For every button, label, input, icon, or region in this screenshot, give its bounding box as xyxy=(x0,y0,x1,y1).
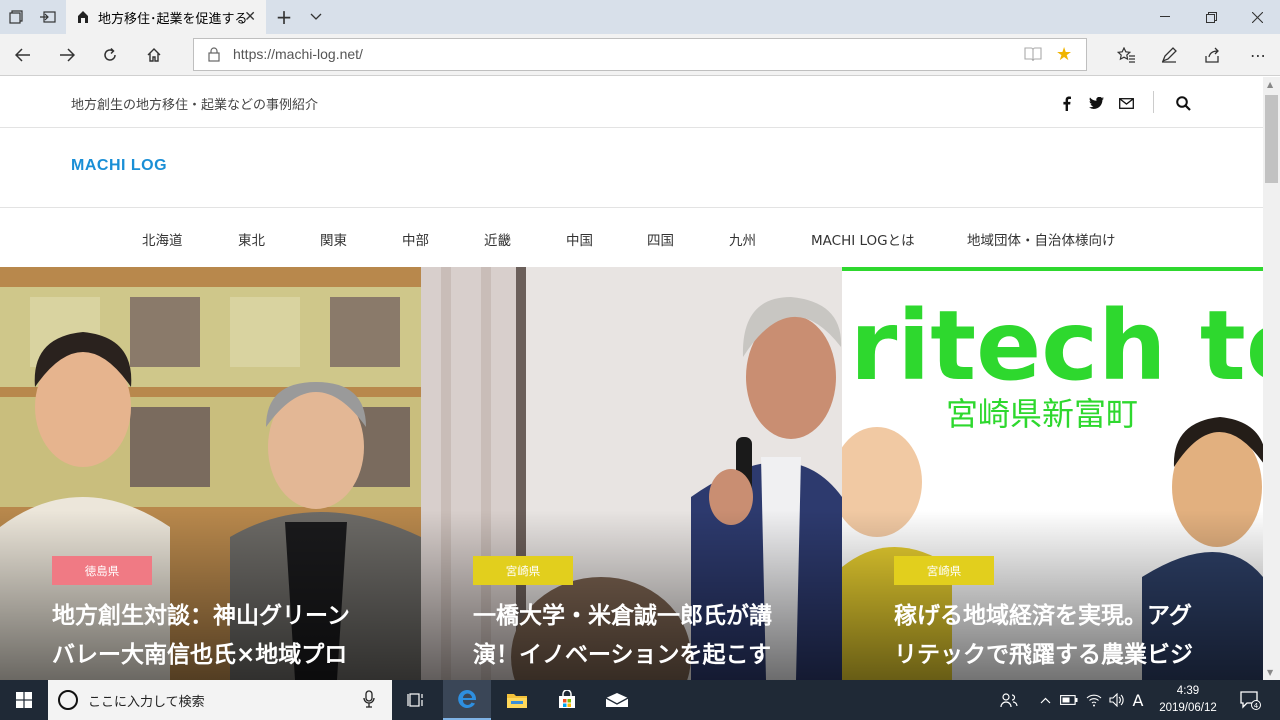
favorites-hub-icon[interactable] xyxy=(1108,38,1144,72)
category-badge[interactable]: 徳島県 xyxy=(52,556,152,585)
nav-item-chubu[interactable]: 中部 xyxy=(402,229,429,249)
browser-toolbar: https://machi-log.net/ ★ ⋯ xyxy=(0,34,1280,76)
set-tabs-aside-icon[interactable] xyxy=(32,0,64,34)
more-menu-icon[interactable]: ⋯ xyxy=(1240,38,1276,72)
wifi-icon[interactable] xyxy=(1083,680,1105,720)
article-title[interactable]: 一橋大学・米倉誠一郎氏が講 演！イノベーションを起こす xyxy=(473,597,813,675)
system-clock[interactable]: 4:39 2019/06/12 xyxy=(1150,683,1226,717)
show-hidden-icons-chevron-icon[interactable] xyxy=(1036,680,1054,720)
site-favicon-icon xyxy=(78,11,88,23)
nav-item-kanto[interactable]: 関東 xyxy=(320,229,347,249)
new-tab-icon[interactable]: + xyxy=(268,0,300,34)
taskbar-search-box[interactable]: ここに入力して検索 xyxy=(48,680,392,720)
tab-active[interactable]: 地方移住･起業を促進するメディア ✕ xyxy=(66,0,266,34)
edge-browser-icon[interactable] xyxy=(443,680,491,720)
cortana-icon xyxy=(58,690,78,710)
tab-close-icon[interactable]: ✕ xyxy=(244,9,256,25)
store-icon[interactable] xyxy=(543,680,591,720)
nav-item-tohoku[interactable]: 東北 xyxy=(238,229,265,249)
action-center-icon[interactable]: 4 xyxy=(1230,680,1270,720)
nav-item-kinki[interactable]: 近畿 xyxy=(484,229,511,249)
share-icon[interactable] xyxy=(1195,38,1231,72)
clock-time: 4:39 xyxy=(1176,685,1200,697)
people-icon[interactable] xyxy=(995,680,1023,720)
nav-item-chugoku[interactable]: 中国 xyxy=(566,229,593,249)
notification-count: 4 xyxy=(1254,702,1259,710)
tab-manager-icon[interactable] xyxy=(0,0,32,34)
mail-app-icon[interactable] xyxy=(593,680,641,720)
minimize-icon[interactable] xyxy=(1142,0,1188,34)
refresh-icon[interactable] xyxy=(92,38,128,72)
article-title-line: 一橋大学・米倉誠一郎氏が講 xyxy=(473,603,772,629)
notes-pen-icon[interactable] xyxy=(1151,38,1187,72)
close-window-icon[interactable] xyxy=(1234,0,1280,34)
nav-item-kyushu[interactable]: 九州 xyxy=(729,229,756,249)
top-header: 地方創生の地方移住・起業などの事例紹介 xyxy=(0,77,1263,128)
task-view-icon[interactable] xyxy=(392,680,440,720)
mail-icon[interactable] xyxy=(1116,93,1136,113)
article-title-line: 演！イノベーションを起こす xyxy=(473,642,772,668)
logo-band: MACHI LOG xyxy=(0,128,1263,208)
clock-date: 2019/06/12 xyxy=(1159,702,1217,714)
address-bar[interactable]: https://machi-log.net/ ★ xyxy=(193,38,1087,71)
social-divider xyxy=(1153,91,1154,113)
nav-item-about[interactable]: MACHI LOGとは xyxy=(811,229,915,249)
scroll-down-icon[interactable]: ▼ xyxy=(1267,668,1273,677)
ime-indicator[interactable]: A xyxy=(1128,680,1148,720)
tab-list-chevron-icon[interactable] xyxy=(300,0,332,34)
article-title-line: 稼げる地域経済を実現。アグ xyxy=(894,603,1192,629)
article-title-line: リテックで飛躍する農業ビジ xyxy=(894,642,1193,668)
taskbar-search-placeholder: ここに入力して検索 xyxy=(88,695,205,710)
article-title[interactable]: 地方創生対談：神山グリーン バレー大南信也氏×地域プロ xyxy=(52,597,392,675)
forward-icon[interactable] xyxy=(49,38,85,72)
featured-articles: 徳島県 地方創生対談：神山グリーン バレー大南信也氏×地域プロ 宮崎県 一橋大学… xyxy=(0,267,1263,680)
volume-icon[interactable] xyxy=(1106,680,1128,720)
article-title-line: バレー大南信也氏×地域プロ xyxy=(52,642,348,668)
article-card[interactable]: ritech to 宮崎県新富町 宮崎県 稼げる地域経済を実現。アグ リテックで… xyxy=(842,267,1263,680)
browser-title-bar: 地方移住･起業を促進するメディア ✕ + xyxy=(0,0,1280,34)
nav-item-shikoku[interactable]: 四国 xyxy=(647,229,674,249)
web-page: 地方創生の地方移住・起業などの事例紹介 MACHI LOG 北海道 東北 関東 … xyxy=(0,77,1263,680)
facebook-icon[interactable] xyxy=(1056,93,1076,113)
microphone-icon[interactable] xyxy=(363,690,375,708)
address-url: https://machi-log.net/ xyxy=(233,46,363,62)
twitter-icon[interactable] xyxy=(1086,93,1106,113)
battery-icon[interactable] xyxy=(1058,680,1080,720)
home-icon[interactable] xyxy=(136,38,172,72)
restore-icon[interactable] xyxy=(1188,0,1234,34)
scroll-up-icon[interactable]: ▲ xyxy=(1267,80,1273,89)
favorite-star-icon[interactable]: ★ xyxy=(1056,44,1072,65)
lock-icon xyxy=(208,47,220,62)
article-card[interactable]: 宮崎県 一橋大学・米倉誠一郎氏が講 演！イノベーションを起こす xyxy=(421,267,842,680)
category-badge[interactable]: 宮崎県 xyxy=(894,556,994,585)
search-icon[interactable] xyxy=(1173,93,1193,113)
tab-title: 地方移住･起業を促進するメディア xyxy=(98,11,248,27)
back-icon[interactable] xyxy=(5,38,41,72)
reading-view-icon[interactable] xyxy=(1024,46,1042,62)
nav-item-for-municipalities[interactable]: 地域団体・自治体様向け xyxy=(967,229,1116,249)
image-text-location: 宮崎県新富町 xyxy=(946,395,1138,433)
site-logo[interactable]: MACHI LOG xyxy=(71,157,167,175)
article-card[interactable]: 徳島県 地方創生対談：神山グリーン バレー大南信也氏×地域プロ xyxy=(0,267,421,680)
category-badge[interactable]: 宮崎県 xyxy=(473,556,573,585)
windows-taskbar: ここに入力して検索 A 4:39 2019/06/12 4 xyxy=(0,680,1280,720)
article-title-line: 地方創生対談：神山グリーン xyxy=(52,603,350,629)
global-nav: 北海道 東北 関東 中部 近畿 中国 四国 九州 MACHI LOGとは 地域団… xyxy=(0,208,1263,267)
scrollbar-thumb[interactable] xyxy=(1265,95,1278,183)
windows-start-icon[interactable] xyxy=(0,680,48,720)
image-text-ritech: ritech to xyxy=(850,290,1263,402)
article-title[interactable]: 稼げる地域経済を実現。アグ リテックで飛躍する農業ビジ xyxy=(894,597,1234,675)
nav-item-hokkaido[interactable]: 北海道 xyxy=(142,229,183,249)
site-tagline: 地方創生の地方移住・起業などの事例紹介 xyxy=(71,98,319,113)
file-explorer-icon[interactable] xyxy=(493,680,541,720)
page-scrollbar[interactable]: ▲ ▼ xyxy=(1263,77,1280,680)
